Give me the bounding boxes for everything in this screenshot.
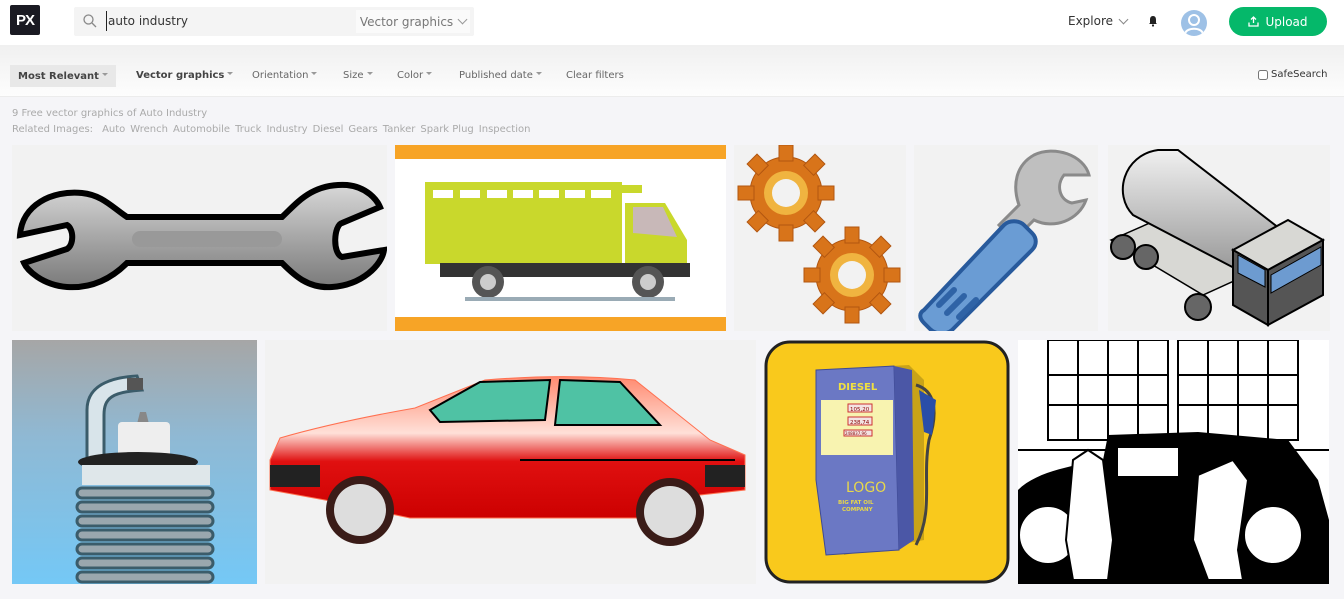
clear-filters-link[interactable]: Clear filters	[566, 64, 624, 86]
image-tile-blue-wrench[interactable]	[914, 145, 1098, 331]
filter-orientation[interactable]: Orientation	[252, 64, 318, 86]
logo-text: PX	[15, 11, 35, 29]
related-link[interactable]: Industry	[266, 124, 307, 135]
spark-plug-image	[75, 374, 215, 584]
chevron-down-icon	[1118, 14, 1129, 24]
bell-icon[interactable]	[1148, 15, 1158, 27]
pump-readout-2: 238,74	[850, 420, 870, 426]
related-link[interactable]: Inspection	[479, 124, 531, 135]
filter-bar: Most Relevant Vector graphics Orientatio…	[0, 45, 1344, 97]
caret-down-icon	[366, 72, 373, 75]
pump-readout-3: 248837,96	[845, 431, 867, 436]
image-tile-truck[interactable]	[395, 145, 726, 331]
image-tile-diesel-pump[interactable]: DIESEL 105,20 238,74 248837,96 LOGO BIG …	[764, 340, 1010, 584]
caret-down-icon	[426, 72, 433, 75]
pump-company-1: BIG FAT OIL	[838, 500, 874, 506]
related-link[interactable]: Wrench	[130, 124, 168, 135]
image-tile-red-car[interactable]	[265, 340, 756, 584]
pump-title: DIESEL	[838, 382, 878, 393]
filter-label: Vector graphics	[136, 69, 225, 81]
related-label: Related Images:	[12, 124, 94, 135]
chevron-down-icon	[457, 14, 468, 25]
truck-image	[395, 145, 726, 331]
upload-icon	[1248, 16, 1260, 27]
image-tile-tanker[interactable]	[1108, 145, 1330, 331]
related-images: Related Images: Auto Wrench Automobile T…	[12, 124, 530, 135]
related-link[interactable]: Diesel	[313, 124, 344, 135]
user-avatar-icon[interactable]	[1181, 10, 1207, 36]
related-link[interactable]: Tanker	[383, 124, 416, 135]
filter-label: Orientation	[252, 69, 309, 81]
pump-company-2: COMPANY	[842, 507, 874, 513]
pump-readout-1: 105,20	[850, 407, 870, 413]
media-type-select[interactable]: Vector graphics	[356, 10, 470, 33]
safesearch-label: SafeSearch	[1271, 69, 1328, 80]
tanker-image	[1109, 149, 1326, 327]
search-icon[interactable]	[82, 13, 98, 29]
pump-logo: LOGO	[846, 480, 886, 496]
caret-down-icon	[227, 72, 234, 75]
media-type-label: Vector graphics	[359, 14, 454, 29]
blue-wrench-image	[918, 149, 1091, 331]
related-link[interactable]: Gears	[348, 124, 377, 135]
related-link[interactable]: Auto	[102, 124, 125, 135]
safesearch-toggle[interactable]: SafeSearch	[1258, 69, 1328, 80]
image-tile-vintage-inspection[interactable]	[1018, 340, 1329, 584]
gears-image	[737, 145, 901, 324]
explore-label: Explore	[1068, 14, 1114, 28]
filter-published-date[interactable]: Published date	[459, 64, 542, 86]
filter-sort[interactable]: Most Relevant	[10, 65, 116, 87]
image-tile-wrench[interactable]	[12, 145, 387, 331]
diesel-pump-image: DIESEL 105,20 238,74 248837,96 LOGO BIG …	[764, 340, 1010, 584]
filter-media-type[interactable]: Vector graphics	[136, 64, 234, 86]
caret-down-icon	[535, 72, 542, 75]
related-link[interactable]: Automobile	[173, 124, 230, 135]
filter-label: Most Relevant	[18, 70, 99, 82]
related-link[interactable]: Truck	[235, 124, 261, 135]
wrench-image	[16, 181, 387, 291]
search-bar: Vector graphics	[74, 7, 474, 36]
image-tile-gears[interactable]	[734, 145, 906, 331]
related-link[interactable]: Spark Plug	[420, 124, 473, 135]
top-header: PX Vector graphics Explore Upload	[0, 0, 1344, 45]
search-input[interactable]	[106, 11, 346, 31]
caret-down-icon	[101, 73, 108, 76]
filter-size[interactable]: Size	[343, 64, 373, 86]
upload-label: Upload	[1265, 14, 1308, 29]
upload-button[interactable]: Upload	[1229, 7, 1327, 36]
safesearch-checkbox[interactable]	[1258, 69, 1268, 80]
filter-label: Size	[343, 69, 364, 81]
site-logo[interactable]: PX	[10, 5, 40, 35]
red-car-image	[269, 376, 746, 546]
results-count: 9 Free vector graphics of Auto Industry	[12, 108, 208, 119]
vintage-inspection-image	[1018, 340, 1329, 584]
explore-menu[interactable]: Explore	[1068, 14, 1129, 28]
caret-down-icon	[311, 72, 318, 75]
filter-label: Color	[397, 69, 424, 81]
filter-label: Published date	[459, 69, 533, 81]
filter-color[interactable]: Color	[397, 64, 433, 86]
image-tile-spark-plug[interactable]	[12, 340, 257, 584]
